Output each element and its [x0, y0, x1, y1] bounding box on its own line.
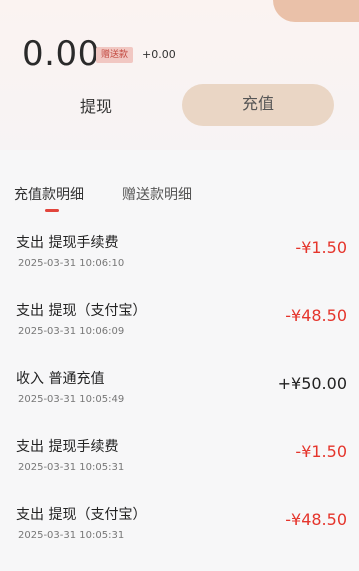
- transaction-time: 2025-03-31 10:05:31: [18, 462, 125, 473]
- transaction-title: 支出 提现（支付宝）: [16, 507, 147, 523]
- transaction-time: 2025-03-31 10:06:10: [18, 258, 125, 269]
- transaction-title: 支出 提现（支付宝）: [16, 303, 147, 319]
- transaction-title: 收入 普通充值: [16, 371, 105, 387]
- balance-card: 0.00 赠送款 +0.00 提现 充值: [0, 0, 359, 150]
- transaction-amount: -¥48.50: [285, 510, 347, 529]
- active-tab-indicator: [45, 209, 59, 212]
- balance-amount: 0.00: [22, 34, 100, 74]
- withdraw-button[interactable]: 提现: [40, 90, 152, 126]
- transaction-amount: -¥1.50: [295, 238, 347, 257]
- transaction-time: 2025-03-31 10:05:49: [18, 394, 125, 405]
- transaction-amount: +¥50.00: [277, 374, 347, 393]
- transaction-amount: -¥48.50: [285, 306, 347, 325]
- gift-amount: +0.00: [142, 48, 176, 61]
- tab-recharge-details[interactable]: 充值款明细: [14, 184, 84, 204]
- tab-gift-details[interactable]: 赠送款明细: [122, 184, 192, 204]
- transaction-time: 2025-03-31 10:05:31: [18, 530, 125, 541]
- transaction-title: 支出 提现手续费: [16, 439, 119, 455]
- recharge-button[interactable]: 充值: [182, 84, 334, 126]
- list-item[interactable]: 支出 提现手续费 2025-03-31 10:05:31 -¥1.50: [0, 428, 359, 494]
- transaction-time: 2025-03-31 10:06:09: [18, 326, 125, 337]
- gift-badge: 赠送款: [96, 47, 134, 63]
- list-item[interactable]: 收入 普通充值 2025-03-31 10:05:49 +¥50.00: [0, 360, 359, 426]
- list-item[interactable]: 支出 提现手续费 2025-03-31 10:06:10 -¥1.50: [0, 224, 359, 290]
- decorative-banner: [273, 0, 359, 22]
- transaction-title: 支出 提现手续费: [16, 235, 119, 251]
- transaction-amount: -¥1.50: [295, 442, 347, 461]
- list-item[interactable]: 支出 提现（支付宝） 2025-03-31 10:05:31 -¥48.50: [0, 496, 359, 562]
- list-item[interactable]: 支出 提现（支付宝） 2025-03-31 10:06:09 -¥48.50: [0, 292, 359, 358]
- detail-tabs: 充值款明细 赠送款明细: [0, 178, 359, 218]
